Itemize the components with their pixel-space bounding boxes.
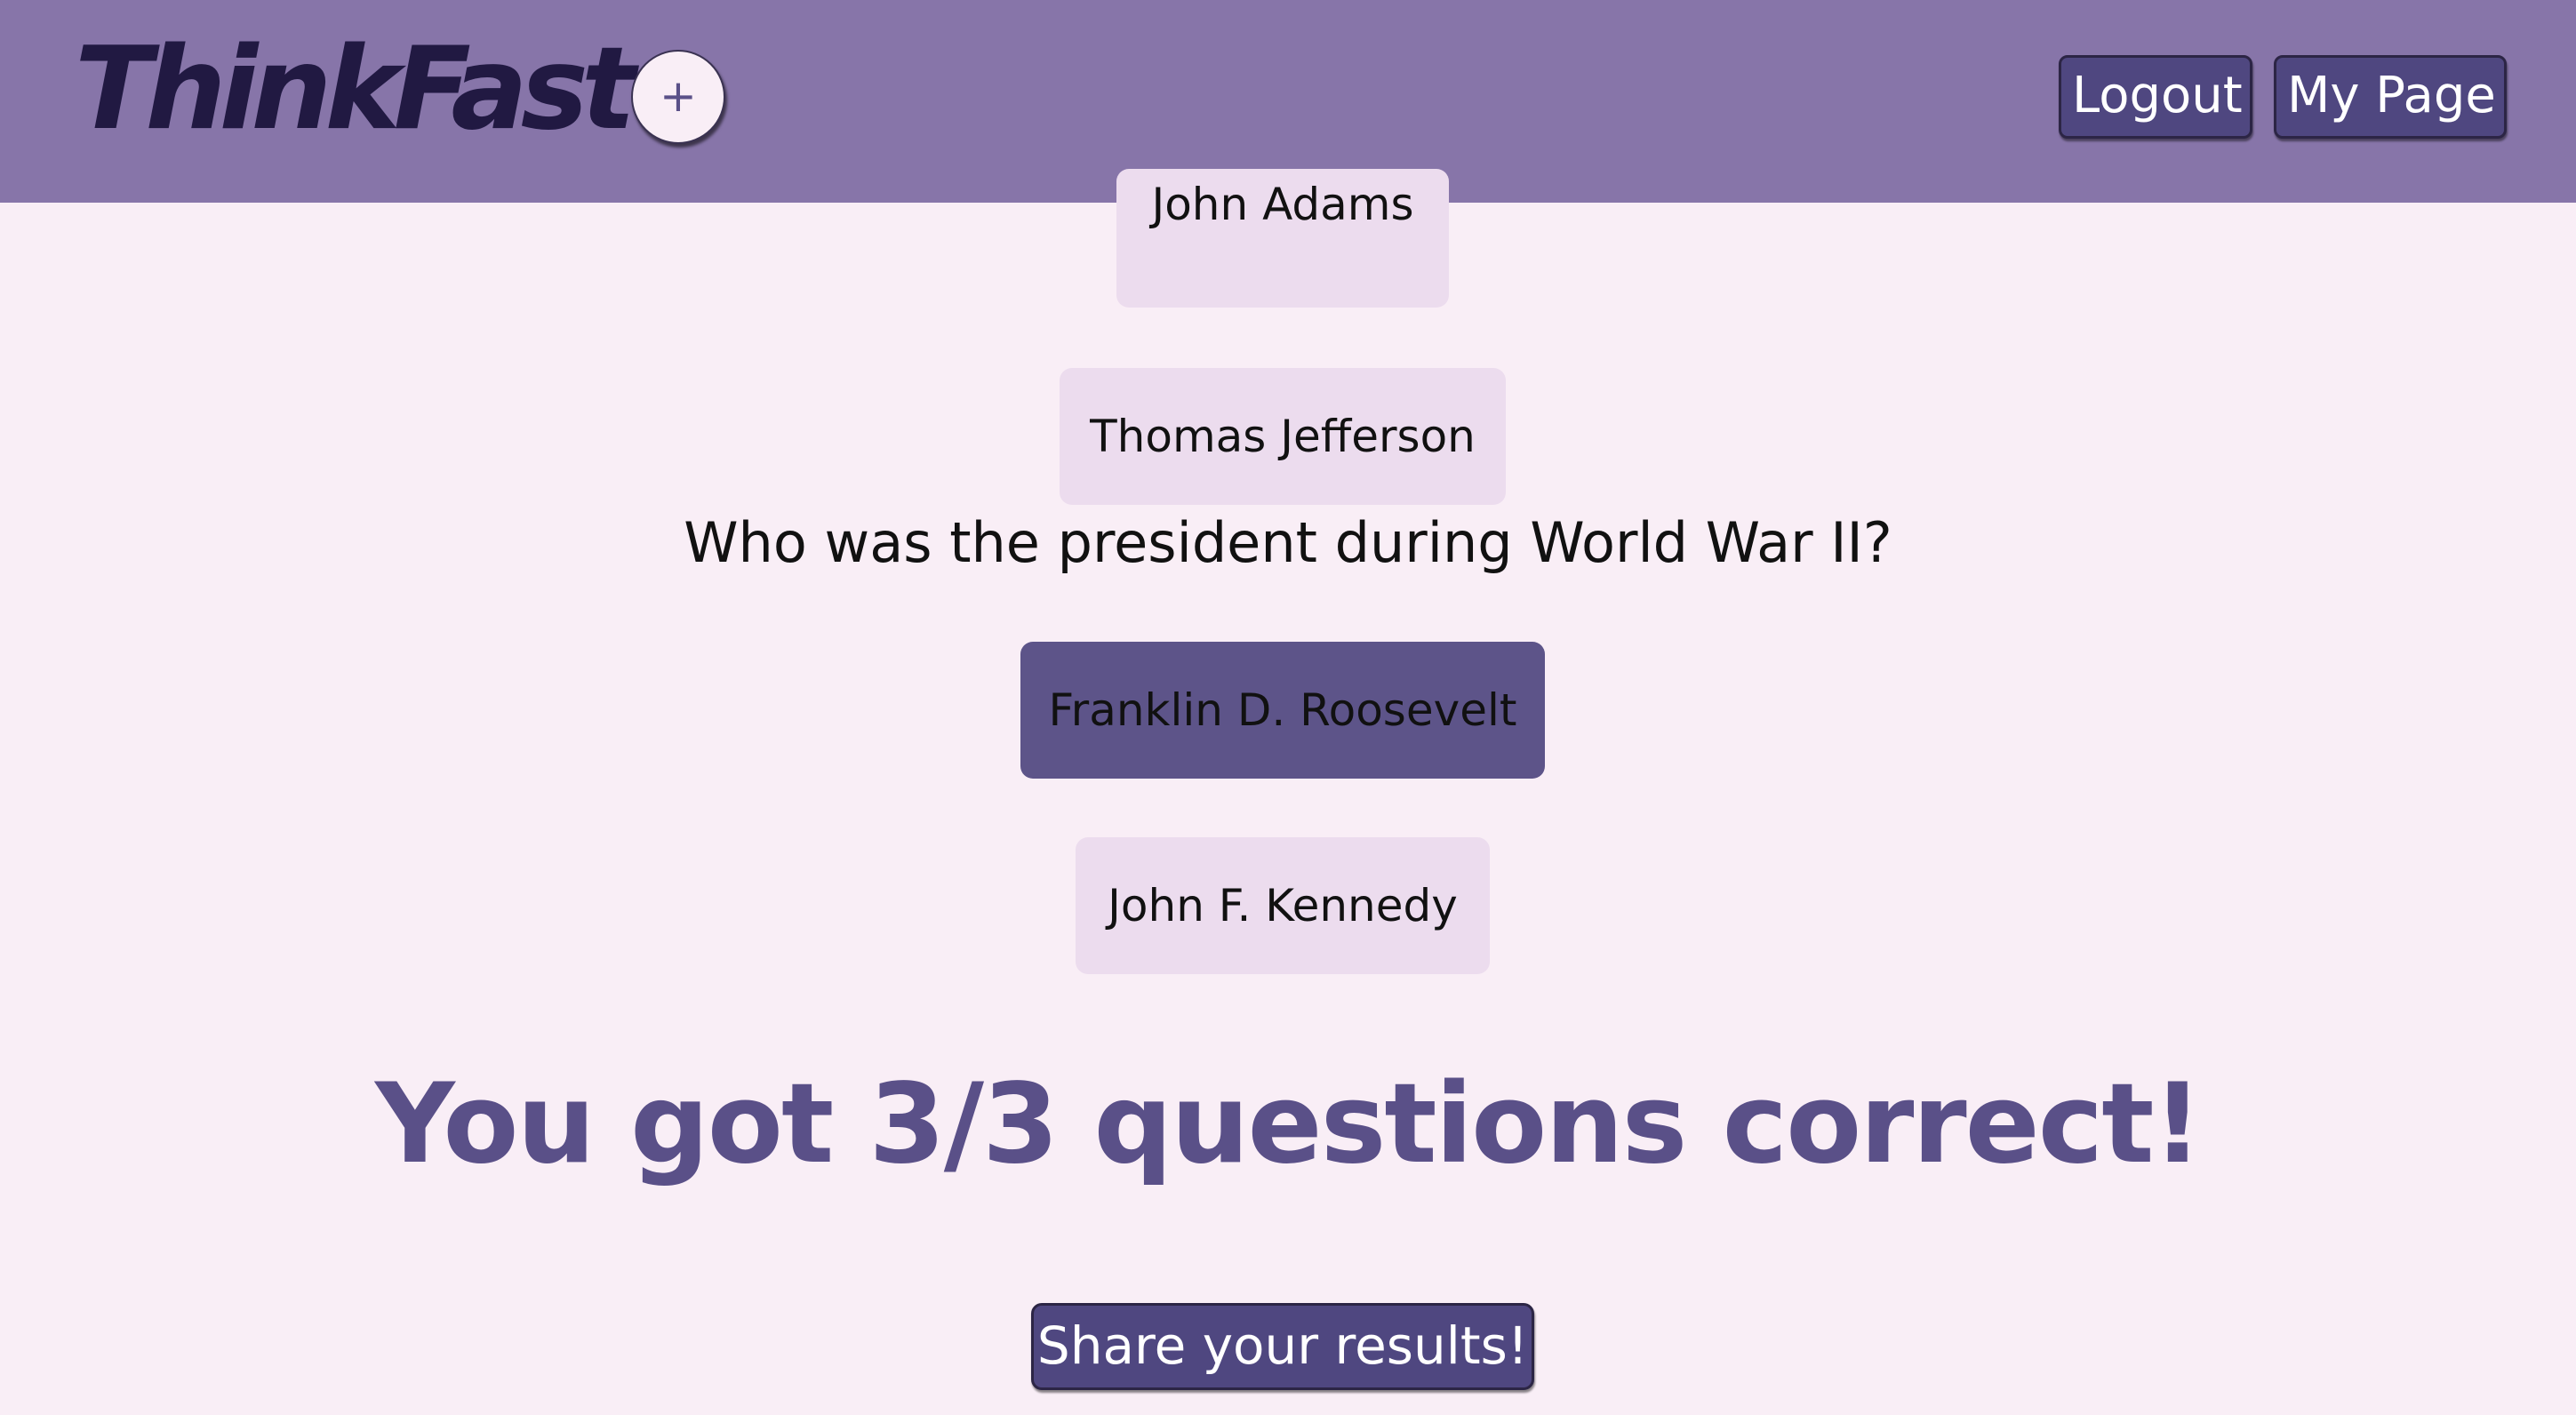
- answer-option-thomas-jefferson[interactable]: Thomas Jefferson: [1060, 368, 1506, 505]
- answer-option-john-adams[interactable]: John Adams: [1116, 169, 1449, 308]
- result-message: You got 3/3 questions correct!: [374, 1060, 2203, 1188]
- question-text: Who was the president during World War I…: [684, 510, 1892, 575]
- answer-option-franklin-roosevelt[interactable]: Franklin D. Roosevelt: [1020, 642, 1545, 779]
- add-quiz-button[interactable]: +: [631, 50, 725, 144]
- plus-icon: +: [660, 70, 697, 122]
- answer-option-label: John Adams: [1151, 179, 1414, 230]
- share-results-button[interactable]: Share your results!: [1031, 1303, 1534, 1390]
- answer-option-label: John F. Kennedy: [1108, 880, 1458, 931]
- logout-button[interactable]: Logout: [2059, 55, 2252, 139]
- answer-option-label: Thomas Jefferson: [1090, 411, 1476, 462]
- app-logo[interactable]: ThinkFast: [75, 23, 636, 156]
- answer-option-label: Franklin D. Roosevelt: [1048, 684, 1517, 736]
- answer-option-john-kennedy[interactable]: John F. Kennedy: [1076, 837, 1490, 974]
- my-page-button[interactable]: My Page: [2274, 55, 2507, 139]
